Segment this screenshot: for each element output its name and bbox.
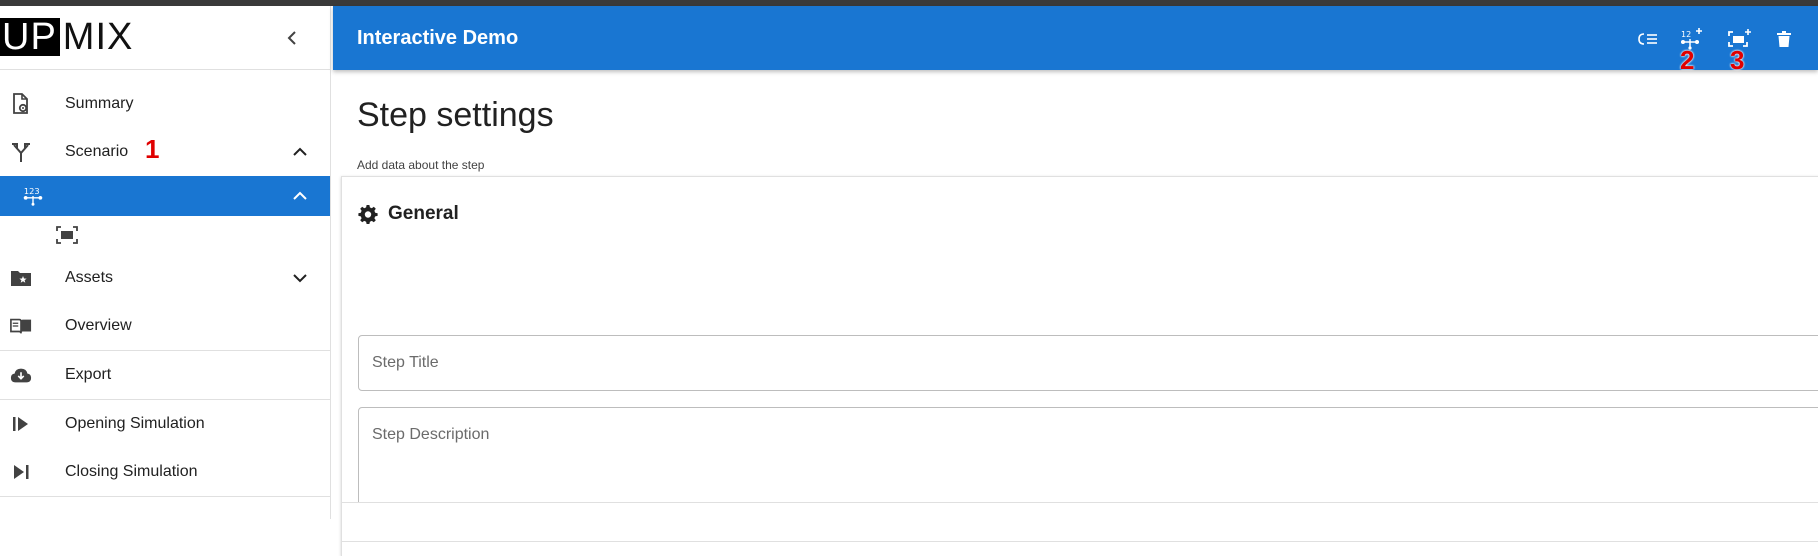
- delete-button[interactable]: [1771, 26, 1797, 52]
- folder-star-icon: [10, 267, 32, 289]
- app-title: Interactive Demo: [357, 27, 519, 49]
- svg-text:12: 12: [1681, 30, 1691, 39]
- list-check-button[interactable]: [1635, 26, 1661, 52]
- sidebar-item-label: Closing Simulation: [65, 463, 198, 480]
- skip-end-icon: [10, 461, 32, 483]
- list-check-icon: [1638, 33, 1657, 45]
- document-gear-icon: [10, 93, 32, 115]
- logo-mix: MIX: [62, 16, 134, 58]
- fork-arrows-icon: [10, 141, 32, 163]
- chevron-up-icon[interactable]: [290, 142, 310, 162]
- page-title: Step settings: [357, 96, 554, 134]
- annotation-1: 1: [145, 134, 160, 164]
- sidebar-item-label: Overview: [65, 317, 132, 334]
- sidebar-item-label: Scenario: [65, 143, 129, 160]
- collapse-sidebar-button[interactable]: [282, 28, 302, 48]
- chevron-left-icon: [287, 31, 296, 45]
- next-section-card: [341, 502, 1818, 542]
- sidebar-item-assets[interactable]: Assets: [0, 254, 330, 302]
- sidebar-item-screen[interactable]: [0, 216, 330, 254]
- page-subtitle: Add data about the step: [357, 158, 485, 172]
- sidebar-item-closing-simulation[interactable]: Closing Simulation: [0, 448, 330, 496]
- sidebar-item-label: Export: [65, 366, 112, 383]
- step-description-placeholder: Step Description: [372, 426, 490, 443]
- sidebar-item-scenario[interactable]: Scenario: [0, 128, 330, 176]
- sidebar-item-summary[interactable]: Summary: [0, 80, 330, 128]
- gear-icon: [358, 205, 378, 224]
- sidebar-item-label: Opening Simulation: [65, 415, 205, 432]
- sidebar-item-opening-simulation[interactable]: Opening Simulation: [0, 400, 330, 448]
- open-book-icon: [10, 315, 32, 337]
- logo-up: UP: [0, 18, 60, 56]
- main-content: Step settings Add data about the step Ge…: [333, 70, 1818, 556]
- numbered-steps-icon: 123: [22, 185, 44, 207]
- step-title-input[interactable]: Step Title: [358, 335, 1818, 391]
- section-title: General: [388, 203, 459, 224]
- sidebar-divider: [0, 496, 330, 497]
- chevron-up-icon[interactable]: [290, 186, 310, 206]
- screen-capture-icon: [56, 224, 78, 246]
- step-title-placeholder: Step Title: [372, 354, 439, 371]
- chevron-down-icon[interactable]: [290, 268, 310, 288]
- sidebar-item-label: Summary: [65, 95, 134, 112]
- delete-icon: [1777, 31, 1791, 47]
- sidebar: UP MIX Summary Scenario 123 Assets Overv…: [0, 6, 331, 519]
- sidebar-item-overview[interactable]: Overview: [0, 302, 330, 350]
- svg-text:123: 123: [24, 186, 40, 196]
- sidebar-item-export[interactable]: Export: [0, 351, 330, 399]
- sidebar-header: UP MIX: [0, 6, 330, 70]
- general-settings-card: General Step Title Step Description: [341, 176, 1818, 556]
- sidebar-item-step[interactable]: 123: [0, 176, 330, 216]
- app-bar: Interactive Demo 12: [333, 6, 1818, 70]
- cloud-download-icon: [10, 364, 32, 386]
- play-start-icon: [10, 413, 32, 435]
- section-header: General: [358, 203, 459, 225]
- sidebar-item-label: Assets: [65, 269, 114, 286]
- app-logo: UP MIX: [0, 18, 133, 56]
